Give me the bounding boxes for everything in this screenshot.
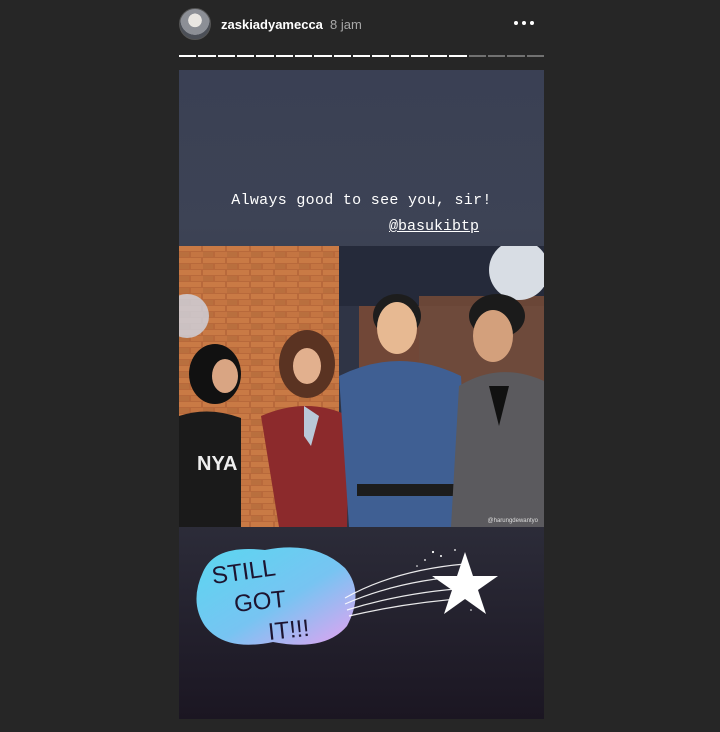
progress-segment [488, 55, 506, 57]
progress-segment [333, 55, 351, 57]
story-caption: Always good to see you, sir! [231, 192, 492, 209]
progress-segment [256, 55, 274, 57]
post-time: 8 jam [330, 17, 362, 32]
progress-segment [314, 55, 332, 57]
progress-segment [526, 55, 544, 57]
sticker-line3: IT!!! [267, 615, 311, 646]
sticker-line2: GOT [233, 586, 288, 618]
more-options-icon[interactable] [512, 16, 536, 30]
username[interactable]: zaskiadyamecca [221, 17, 323, 32]
progress-segment [372, 55, 390, 57]
story-photo: NYA @harungdewantyo [179, 246, 544, 527]
progress-segment [507, 55, 525, 57]
still-got-it-sticker[interactable]: STILL GOT IT!!! [195, 544, 515, 654]
photo-credit: @harungdewantyo [487, 518, 538, 524]
progress-segment [198, 55, 216, 57]
mention-link[interactable]: @basukibtp [389, 218, 479, 235]
group-photo-illustration: NYA [179, 246, 544, 527]
progress-segment [275, 55, 293, 57]
progress-segment [236, 55, 255, 57]
story-header: zaskiadyamecca 8 jam [179, 6, 544, 42]
progress-segment [179, 55, 197, 57]
progress-segment [217, 55, 235, 57]
svg-text:NYA: NYA [197, 453, 237, 475]
star-icon [432, 552, 498, 614]
progress-segment [468, 55, 486, 57]
progress-segment [449, 55, 467, 57]
progress-segment [352, 55, 371, 57]
user-avatar[interactable] [179, 8, 211, 40]
progress-segment [430, 55, 448, 57]
story-progress-bar [179, 55, 544, 57]
progress-segment [391, 55, 409, 57]
progress-segment [410, 55, 429, 57]
story-content[interactable]: Always good to see you, sir! @basukibtp [179, 70, 544, 719]
progress-segment [294, 55, 313, 57]
